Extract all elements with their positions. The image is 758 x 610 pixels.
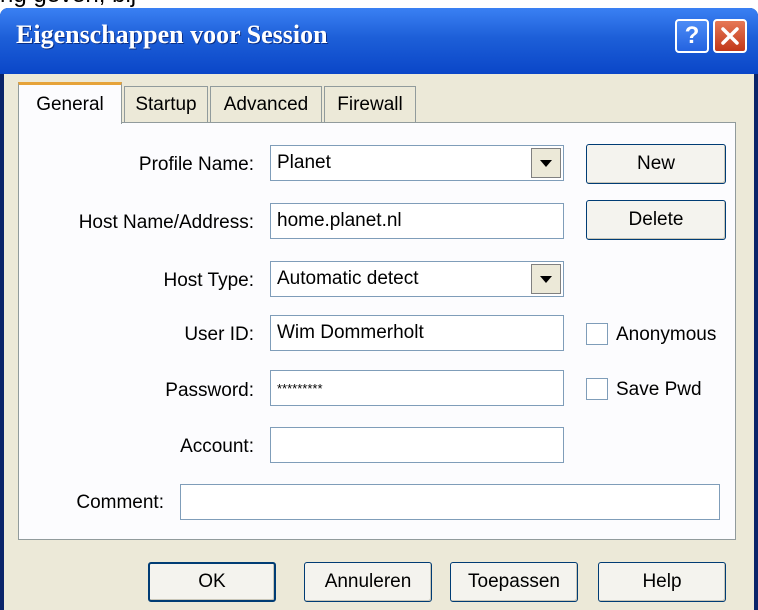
help-button[interactable]: Help [598, 562, 726, 602]
user-id-label: User ID: [184, 324, 254, 345]
ok-button[interactable]: OK [148, 562, 276, 602]
new-button[interactable]: New [586, 144, 726, 184]
account-input[interactable] [270, 427, 564, 463]
apply-button[interactable]: Toepassen [450, 562, 578, 602]
title-close-button[interactable] [713, 19, 747, 53]
tab-general[interactable]: General [18, 82, 122, 124]
tab-advanced[interactable]: Advanced [210, 86, 322, 122]
save-pwd-label[interactable]: Save Pwd [616, 379, 702, 401]
save-pwd-checkbox[interactable] [586, 378, 608, 400]
host-name-input[interactable]: home.planet.nl [270, 203, 564, 239]
chevron-down-icon [540, 159, 552, 167]
host-type-label: Host Type: [163, 270, 254, 291]
dialog-body: General Startup Advanced Firewall Profil… [4, 74, 754, 610]
password-label: Password: [165, 380, 254, 401]
chevron-down-icon [540, 275, 552, 283]
profile-name-label: Profile Name: [138, 154, 254, 175]
properties-dialog: Eigenschappen voor Session ? General Sta… [0, 8, 758, 610]
delete-button[interactable]: Delete [586, 200, 726, 240]
anonymous-label[interactable]: Anonymous [616, 324, 716, 346]
tab-firewall[interactable]: Firewall [324, 86, 416, 122]
tab-startup-label: Startup [135, 93, 197, 115]
title-help-button[interactable]: ? [675, 19, 709, 53]
question-mark-icon: ? [684, 22, 700, 49]
comment-input[interactable] [180, 484, 720, 520]
password-input[interactable]: ********* [270, 370, 564, 406]
tab-advanced-label: Advanced [223, 93, 309, 115]
tab-general-label: General [36, 93, 104, 115]
user-id-input[interactable]: Wim Dommerholt [270, 315, 564, 351]
tab-firewall-label: Firewall [337, 93, 403, 115]
profile-name-select[interactable]: Planet [270, 145, 564, 181]
profile-name-value: Planet [277, 152, 331, 173]
comment-label: Comment: [76, 492, 164, 513]
host-type-value: Automatic detect [277, 268, 419, 289]
window-title: Eigenschappen voor Session [16, 20, 328, 49]
title-bar[interactable]: Eigenschappen voor Session ? [0, 8, 758, 74]
tab-startup[interactable]: Startup [124, 86, 208, 122]
host-type-select[interactable]: Automatic detect [270, 261, 564, 297]
close-icon [721, 27, 739, 45]
anonymous-checkbox[interactable] [586, 323, 608, 345]
cancel-button[interactable]: Annuleren [304, 562, 432, 602]
host-name-label: Host Name/Address: [78, 212, 254, 233]
account-label: Account: [180, 436, 254, 457]
host-type-dropdown-button[interactable] [531, 264, 561, 294]
profile-dropdown-button[interactable] [531, 148, 561, 178]
